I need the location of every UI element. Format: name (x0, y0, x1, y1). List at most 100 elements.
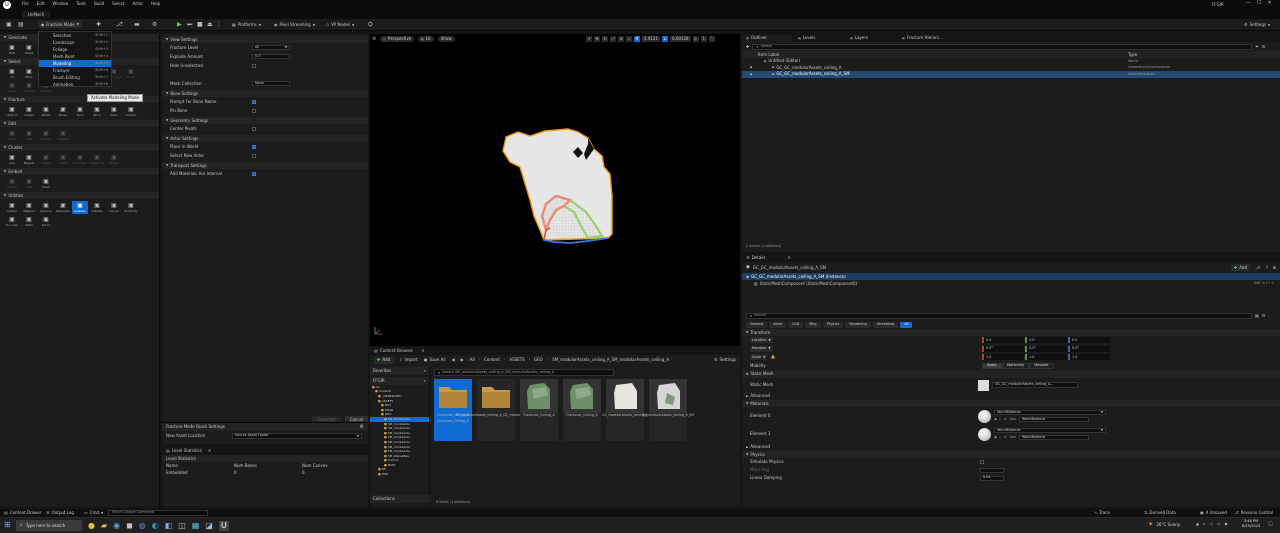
tool-mesh[interactable]: ▣ Mesh (106, 105, 122, 118)
filter-tab-actor[interactable]: Actor (769, 321, 787, 328)
tool-validate[interactable]: ▣ Validate (55, 129, 71, 142)
simulate-physics-checkbox[interactable] (980, 460, 984, 464)
tab-layers[interactable]: ▤ Layers (846, 35, 896, 42)
breadcrumb-item[interactable]: All (470, 358, 475, 362)
outliner-row[interactable]: ◉ ◆ GC_GC_modularAssets_ceiling_A_SM Static… (742, 71, 1280, 78)
menu-item-edit[interactable]: Edit (37, 2, 45, 6)
settings-checkbox[interactable] (252, 153, 256, 158)
edit-in-cpp-link[interactable]: Edit in C++ (1254, 281, 1274, 285)
gear-icon[interactable]: ⚙ (360, 424, 364, 430)
material-sub-select[interactable]: WorldMaterial (1018, 417, 1089, 423)
notification-icon[interactable]: ▢ (1268, 522, 1273, 527)
tool-cluster[interactable]: ▣ Cluster (55, 153, 71, 166)
save-all-button[interactable]: ▣ Save All (424, 358, 446, 362)
static-mesh-section[interactable]: ▼ Static Mesh (742, 370, 1280, 378)
settings-section-actor-settings[interactable]: ▼ Actor Settings (162, 135, 368, 142)
file-explorer-icon[interactable]: ▰ (101, 522, 107, 530)
output-log-button[interactable]: ☰ Output Log (46, 511, 74, 515)
reset-icon[interactable]: ↺ (1004, 436, 1007, 439)
menu-item-actor[interactable]: Actor (132, 2, 143, 6)
tool-radial[interactable]: ▣ Radial (38, 105, 54, 118)
column-header[interactable]: Item Label (746, 52, 1128, 57)
details-search-input[interactable]: ⌕ Search (746, 312, 1252, 319)
filter-tab-misc[interactable]: Misc (805, 321, 821, 328)
visibility-icon[interactable]: ◉ (746, 66, 756, 69)
transform-scale-input[interactable]: 1.0 (1068, 354, 1110, 361)
menu-item-window[interactable]: Window (52, 2, 68, 6)
tab-outliner[interactable]: ▤ Outliner (742, 34, 792, 42)
static-mesh-select[interactable]: GC_GC_modularAssets_ceiling_A... (992, 382, 1078, 388)
tool-autouv[interactable]: ▣ Autouv (4, 201, 20, 214)
settings-section-geometry-settings[interactable]: ▼ Geometry Settings (162, 117, 368, 124)
mobility-static-button[interactable]: Static (982, 362, 1002, 369)
step-icon[interactable]: ⏭ (187, 22, 192, 28)
transform-section[interactable]: ▼ Transform (742, 329, 1280, 336)
mobility-movable-button[interactable]: Movable (1029, 362, 1054, 369)
pixel-streaming-button[interactable]: ◉ Pixel Streaming ▼ (274, 23, 315, 27)
reset-icon[interactable]: ↺ (1004, 418, 1007, 421)
clock[interactable]: 3:46 PM 8/25/2024 (1238, 519, 1264, 528)
tool-magnet[interactable]: ▣ Magnet (21, 153, 37, 166)
tool-smaller[interactable]: ▣ Smaller (21, 81, 37, 94)
advanced-row[interactable]: ▶ Advanced (742, 443, 1280, 451)
tool-merge[interactable]: ▣ Merge (106, 153, 122, 166)
tool-cluster-up[interactable]: ▣ Cluster Up (89, 153, 105, 166)
tool-set-ini[interactable]: ▣ Set Ini (38, 215, 54, 228)
tool-none[interactable]: ▣ None (21, 67, 37, 80)
network-icon[interactable]: ⌂ (1203, 522, 1206, 526)
transform-location-input[interactable]: 0.0 (982, 337, 1024, 344)
tool-material[interactable]: ▣ Material (21, 201, 37, 214)
stop-icon[interactable]: ■ (197, 22, 203, 28)
tool-flatten[interactable]: ▣ Flatten (38, 153, 54, 166)
close-icon[interactable]: ✕ (208, 449, 211, 453)
asset-search-input[interactable]: ⌕ Search SM_modularAssets_ceiling_A_SM_m… (434, 369, 614, 376)
filter-tab-rendering[interactable]: Rendering (845, 321, 871, 328)
fractured-mesh-preview[interactable] (370, 34, 740, 346)
settings-section-transport-settings[interactable]: ▼ Transport Settings (162, 162, 368, 169)
content-browser-tab[interactable]: ▤ Content Browser ✕ (370, 347, 740, 355)
settings-input[interactable]: None (252, 81, 290, 86)
lock-icon[interactable]: 🔒 (770, 355, 775, 359)
tool-brick[interactable]: ▣ Brick (89, 105, 105, 118)
forward-icon[interactable]: ▶ (461, 358, 464, 362)
breadcrumb-item[interactable]: ASSETS (509, 358, 524, 362)
transform-rotation-input[interactable]: 0.0° (1068, 345, 1110, 352)
transform-scale-dropdown[interactable]: Scale ▼ (750, 354, 768, 361)
tool-cluster[interactable]: ▣ Cluster (21, 105, 37, 118)
settings-checkbox[interactable] (252, 108, 256, 113)
settings-input[interactable]: 0.0 (252, 54, 290, 59)
add-component-button[interactable]: ✚ Add (1230, 264, 1250, 271)
minimize-icon[interactable]: — (1246, 1, 1251, 6)
add-button[interactable]: ✚ Add (374, 356, 394, 364)
back-icon[interactable]: ◀ (452, 358, 455, 362)
transform-rotation-dropdown[interactable]: Rotation ▼ (750, 345, 773, 352)
breadcrumb-item[interactable]: SM_modularAssets_ceiling_A_SM_modularAss… (552, 358, 669, 362)
breadcrumb-item[interactable]: Content (484, 358, 500, 362)
mode-item-animation[interactable]: Animation Shift+8 (39, 81, 111, 88)
mode-item-landscape[interactable]: Landscape Shift+2 (39, 39, 111, 46)
settings-checkbox[interactable] (252, 99, 256, 104)
search-icon[interactable]: ⌕ (999, 418, 1001, 421)
section-utilities[interactable]: ▼ Utilities (0, 192, 159, 199)
gear-icon[interactable]: ⚙ (1262, 313, 1266, 318)
transform-rotation-input[interactable]: 0.0° (982, 345, 1024, 352)
filter-tab-general[interactable]: General (746, 321, 768, 328)
tool-uncluster[interactable]: ▣ Uncluster (72, 153, 88, 166)
help-icon[interactable]: ? (1266, 265, 1268, 270)
tool-prune[interactable]: ▣ Prune (4, 129, 20, 142)
filter-tab-all[interactable]: All (900, 321, 913, 328)
column-header[interactable]: Num Bones (234, 463, 302, 468)
tool-hide[interactable]: ▣ Hide (21, 129, 37, 142)
tool-resample[interactable]: ▣ Resample (55, 201, 71, 214)
folder-tree-item[interactable]: ■ POD (370, 472, 429, 477)
tool-planar[interactable]: ▣ Planar (55, 105, 71, 118)
tool-new[interactable]: ▣ New (4, 43, 20, 56)
tool-uniform[interactable]: ▣ Uniform (4, 105, 20, 118)
settings-section-bone-settings[interactable]: ▼ Bone Settings (162, 90, 368, 97)
trace-button[interactable]: ∿ Trace (1094, 511, 1110, 515)
content-icon[interactable]: ▤ (18, 22, 24, 28)
mode-dropdown[interactable]: ◆ Fracture Mode ▼ (38, 21, 82, 28)
column-header[interactable]: Num Convex (302, 463, 328, 468)
instance-row[interactable]: ◆ GC_GC_modularAssets_ceiling_A_SM (Inst… (742, 273, 1280, 280)
level-viewport[interactable]: ≡ ◰ Perspective ◐ Lit Show ➚ ✥ ↻ ⤢ ⊕ ⊥ #… (370, 34, 740, 346)
